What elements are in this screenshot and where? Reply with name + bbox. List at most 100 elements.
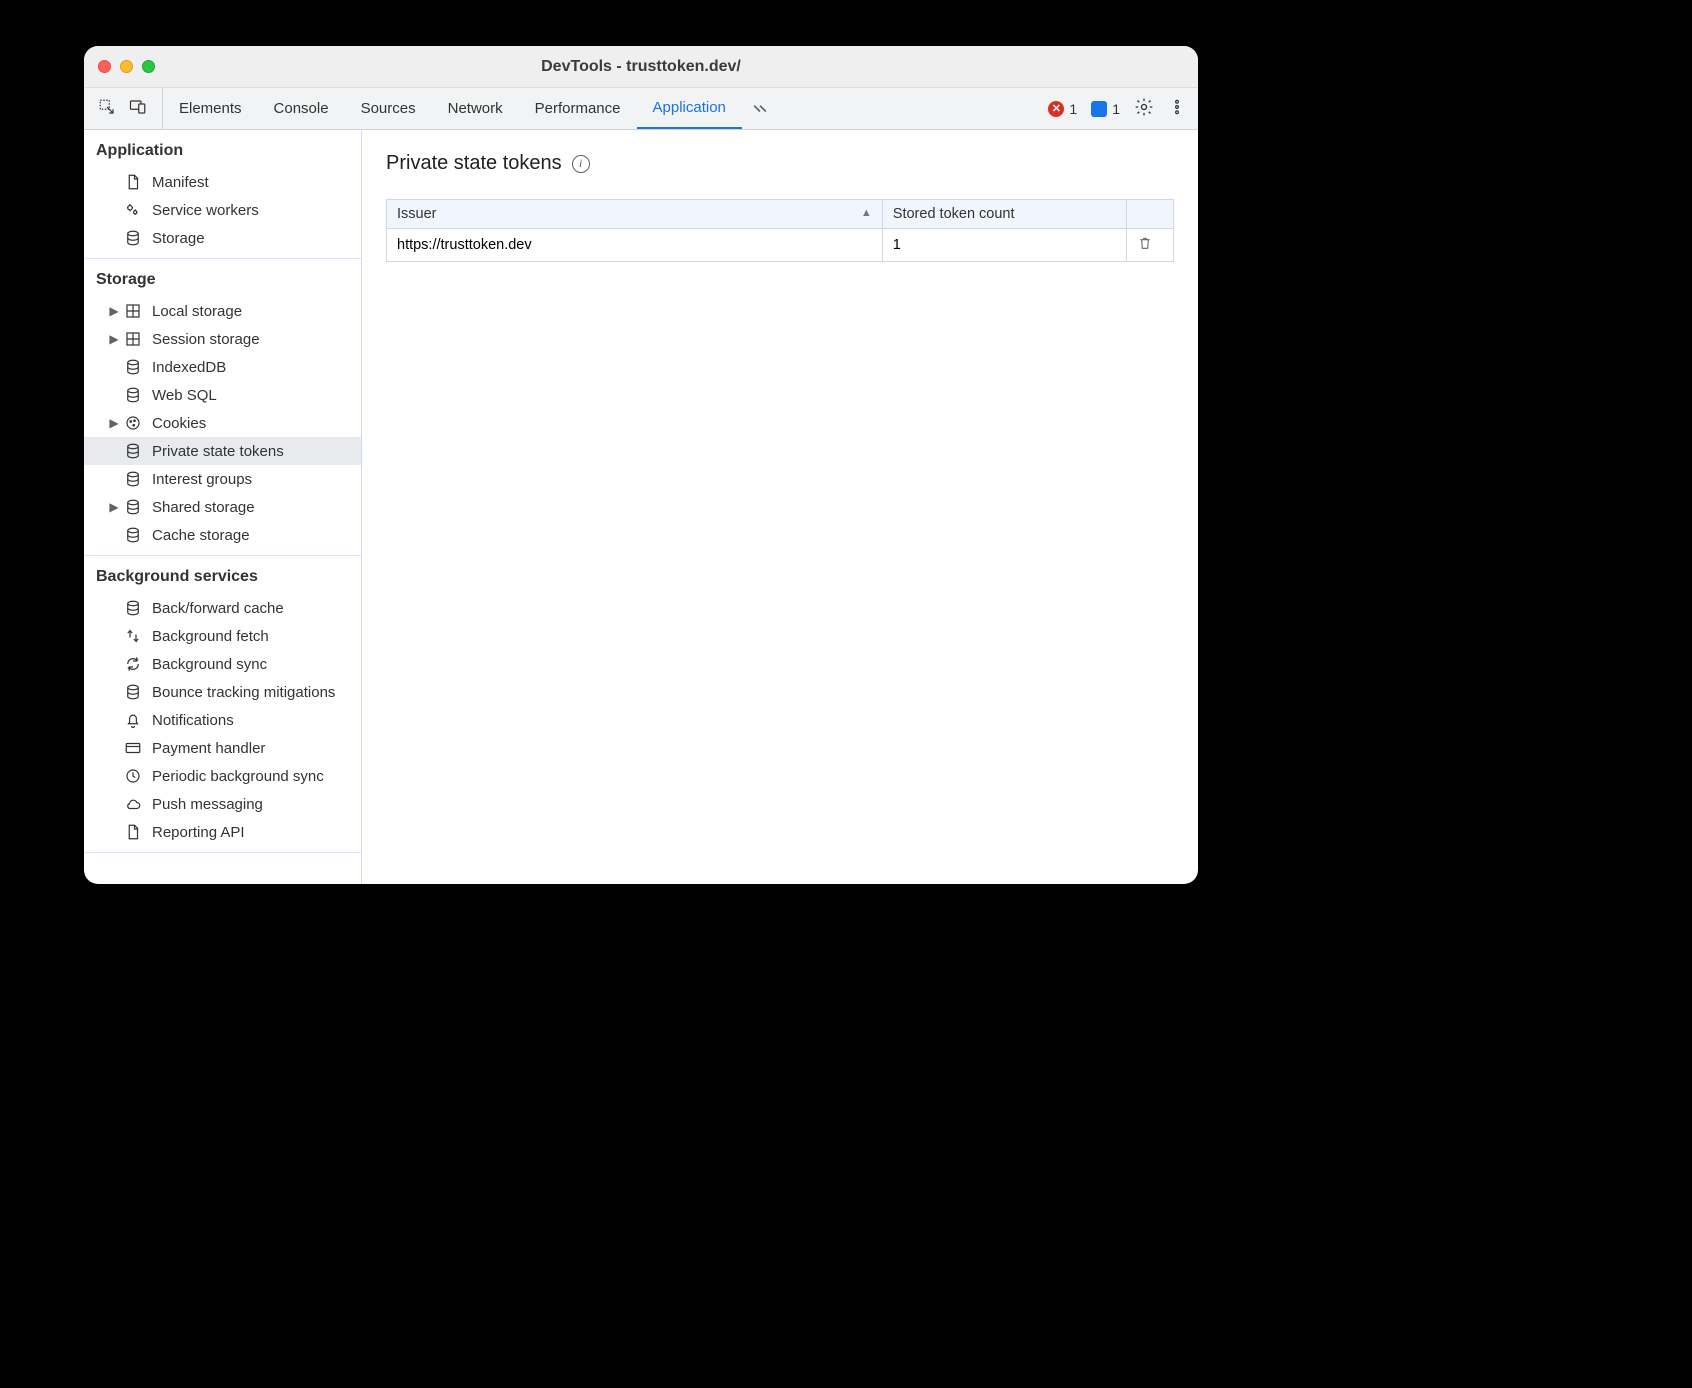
sidebar-item-label: Bounce tracking mitigations: [152, 684, 335, 701]
sidebar-item[interactable]: ▶Push messaging: [84, 790, 361, 818]
sidebar-item[interactable]: ▶Background fetch: [84, 622, 361, 650]
sidebar-item-label: Payment handler: [152, 740, 265, 757]
sidebar-item[interactable]: ▶Shared storage: [84, 493, 361, 521]
sidebar-item-label: Local storage: [152, 303, 242, 320]
sidebar-item-label: Storage: [152, 230, 205, 247]
database-icon: [123, 229, 143, 247]
column-actions: [1126, 200, 1173, 229]
sidebar-item[interactable]: ▶Storage: [84, 224, 361, 252]
sidebar-item-label: Interest groups: [152, 471, 252, 488]
grid-icon: [123, 302, 143, 320]
database-icon: [123, 358, 143, 376]
more-tabs-icon[interactable]: [742, 88, 778, 129]
tokens-table: Issuer ▲ Stored token count https://trus…: [386, 199, 1174, 262]
sidebar-item[interactable]: ▶Back/forward cache: [84, 594, 361, 622]
window-title: DevTools - trusttoken.dev/: [84, 58, 1198, 76]
sidebar-item-label: Background sync: [152, 656, 267, 673]
sidebar-item-label: Web SQL: [152, 387, 217, 404]
tab-elements[interactable]: Elements: [163, 88, 258, 129]
column-issuer[interactable]: Issuer ▲: [387, 200, 883, 229]
panel-heading: Private state tokens i: [386, 152, 1174, 175]
kebab-menu-icon[interactable]: [1168, 98, 1186, 120]
sidebar-item-label: Manifest: [152, 174, 209, 191]
sidebar-item[interactable]: ▶ Local storage: [84, 297, 361, 325]
sidebar-section-title: Application: [84, 130, 361, 168]
sidebar-item[interactable]: ▶Background sync: [84, 650, 361, 678]
sidebar-item-label: Back/forward cache: [152, 600, 284, 617]
file-icon: [123, 823, 143, 841]
settings-icon[interactable]: [1134, 97, 1154, 121]
sidebar-item[interactable]: ▶Service workers: [84, 196, 361, 224]
message-icon: [1091, 101, 1107, 117]
sidebar-item-label: Session storage: [152, 331, 260, 348]
tab-console[interactable]: Console: [258, 88, 345, 129]
sidebar-item[interactable]: ▶ Cookies: [84, 409, 361, 437]
errors-chip[interactable]: ✕ 1: [1048, 101, 1077, 117]
sidebar-item[interactable]: ▶Manifest: [84, 168, 361, 196]
fetch-icon: [123, 627, 143, 645]
devtools-window: DevTools - trusttoken.dev/ Elements Cons…: [84, 46, 1198, 884]
tab-performance[interactable]: Performance: [519, 88, 637, 129]
sidebar-item[interactable]: ▶Bounce tracking mitigations: [84, 678, 361, 706]
expand-arrow-icon[interactable]: ▶: [108, 500, 120, 514]
card-icon: [123, 739, 143, 757]
sidebar-item[interactable]: ▶Reporting API: [84, 818, 361, 846]
sidebar-item[interactable]: ▶Periodic background sync: [84, 762, 361, 790]
cookie-icon: [123, 414, 143, 432]
column-issuer-label: Issuer: [397, 206, 437, 222]
sidebar-item[interactable]: ▶Private state tokens: [84, 437, 361, 465]
delete-icon[interactable]: [1137, 239, 1153, 255]
grid-icon: [123, 330, 143, 348]
messages-chip[interactable]: 1: [1091, 101, 1120, 117]
file-icon: [123, 173, 143, 191]
database-icon: [123, 599, 143, 617]
minimize-window-button[interactable]: [120, 60, 133, 73]
sidebar-item-label: Push messaging: [152, 796, 263, 813]
messages-count: 1: [1112, 101, 1120, 117]
panel-heading-text: Private state tokens: [386, 152, 562, 175]
tab-sources[interactable]: Sources: [345, 88, 432, 129]
cell-count: 1: [882, 229, 1126, 262]
close-window-button[interactable]: [98, 60, 111, 73]
window-controls: [98, 60, 155, 73]
inspect-icon[interactable]: [98, 98, 116, 120]
panel-body: Application▶Manifest▶Service workers▶Sto…: [84, 130, 1198, 884]
tab-network[interactable]: Network: [432, 88, 519, 129]
device-mode-icon[interactable]: [128, 98, 148, 120]
application-sidebar: Application▶Manifest▶Service workers▶Sto…: [84, 130, 362, 884]
devtools-toolbar: Elements Console Sources Network Perform…: [84, 88, 1198, 130]
sort-asc-icon: ▲: [861, 207, 872, 219]
info-icon[interactable]: i: [572, 155, 590, 173]
sidebar-item[interactable]: ▶Web SQL: [84, 381, 361, 409]
clock-icon: [123, 767, 143, 785]
sidebar-section-title: Background services: [84, 556, 361, 594]
sidebar-item-label: Private state tokens: [152, 443, 284, 460]
sidebar-item-label: Periodic background sync: [152, 768, 324, 785]
database-icon: [123, 470, 143, 488]
window-titlebar: DevTools - trusttoken.dev/: [84, 46, 1198, 88]
column-stored-count[interactable]: Stored token count: [882, 200, 1126, 229]
expand-arrow-icon[interactable]: ▶: [108, 416, 120, 430]
bell-icon: [123, 711, 143, 729]
zoom-window-button[interactable]: [142, 60, 155, 73]
sidebar-item[interactable]: ▶Interest groups: [84, 465, 361, 493]
main-panel: Private state tokens i Issuer ▲ Stored t…: [362, 130, 1198, 884]
database-icon: [123, 683, 143, 701]
table-row[interactable]: https://trusttoken.dev1: [387, 229, 1174, 262]
sidebar-item[interactable]: ▶ Session storage: [84, 325, 361, 353]
expand-arrow-icon[interactable]: ▶: [108, 304, 120, 318]
sidebar-item[interactable]: ▶Payment handler: [84, 734, 361, 762]
sidebar-item-label: Cookies: [152, 415, 206, 432]
tab-application[interactable]: Application: [637, 88, 742, 129]
sync-icon: [123, 655, 143, 673]
section-separator: [84, 852, 361, 853]
cell-issuer: https://trusttoken.dev: [387, 229, 883, 262]
cloud-icon: [123, 795, 143, 813]
error-icon: ✕: [1048, 101, 1064, 117]
sidebar-item[interactable]: ▶Notifications: [84, 706, 361, 734]
database-icon: [123, 386, 143, 404]
sidebar-item[interactable]: ▶IndexedDB: [84, 353, 361, 381]
sidebar-item[interactable]: ▶Cache storage: [84, 521, 361, 549]
database-icon: [123, 442, 143, 460]
expand-arrow-icon[interactable]: ▶: [108, 332, 120, 346]
